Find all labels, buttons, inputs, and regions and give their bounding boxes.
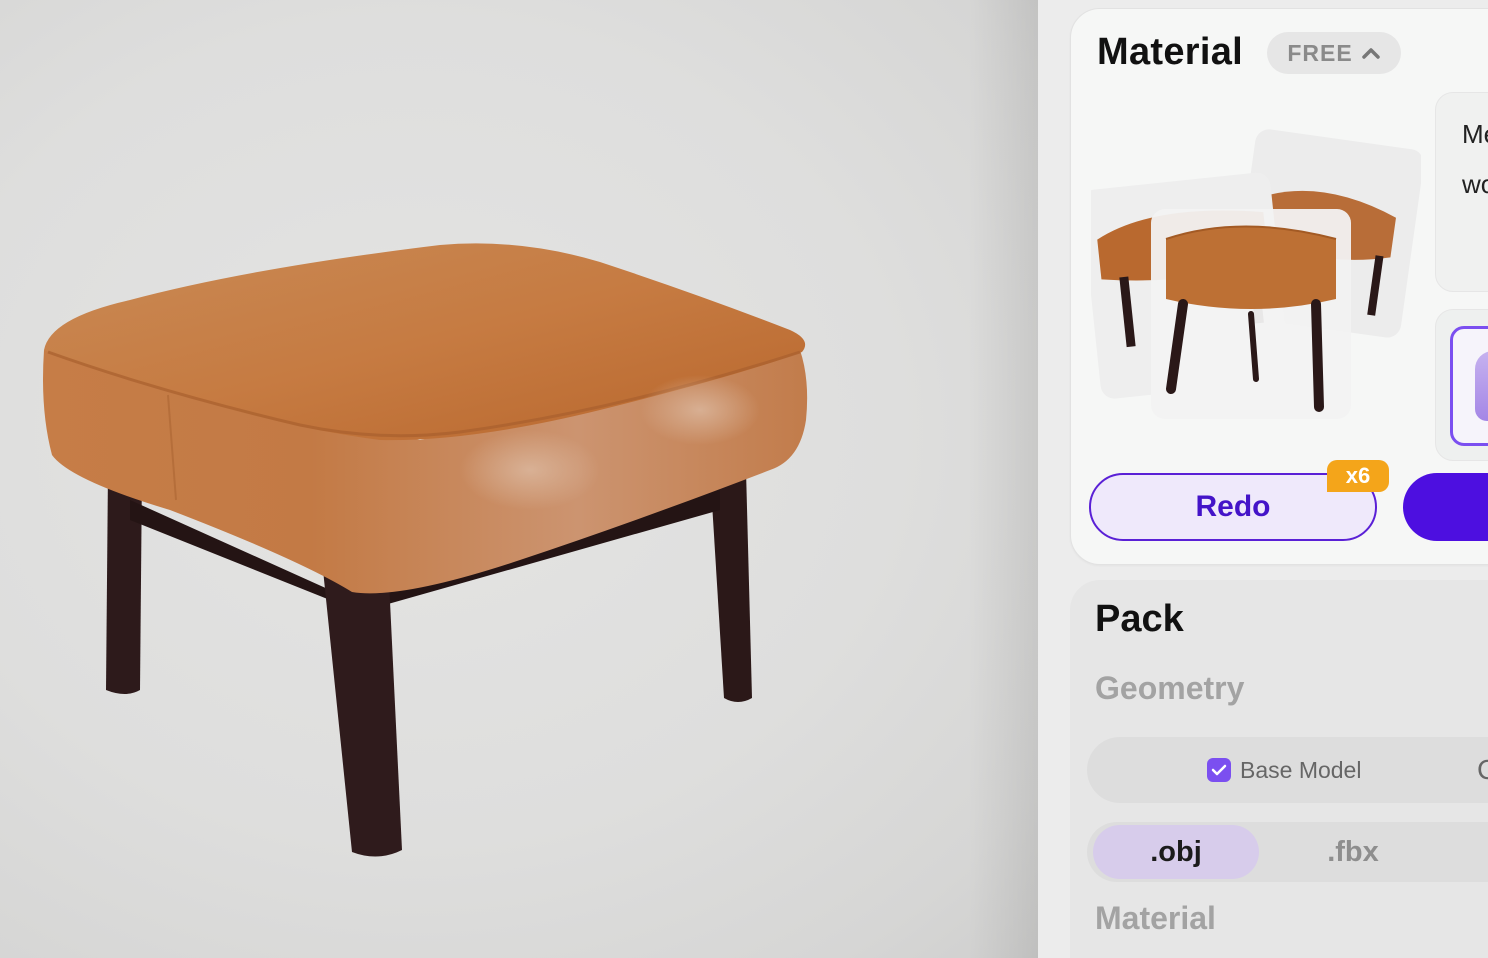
- base-model-checkbox[interactable]: [1207, 758, 1231, 782]
- redo-button-label: Redo: [1195, 490, 1271, 523]
- material-preview-thumbnail[interactable]: [1091, 119, 1421, 429]
- description-line-1: Me: [1462, 119, 1488, 149]
- material-title: Material: [1097, 31, 1244, 73]
- geometry-label: Geometry: [1095, 670, 1245, 706]
- geometry-options: Base Model C: [1087, 737, 1488, 803]
- chevron-up-icon: [1361, 48, 1380, 59]
- format-obj-option[interactable]: .obj: [1093, 825, 1259, 879]
- side-panel: Material FREE M w Redo x6 Pack Geometry …: [1038, 0, 1488, 958]
- hand-icon: [1475, 351, 1488, 421]
- material-card: Material FREE M w Redo x6: [1070, 8, 1488, 565]
- pack-title: Pack: [1095, 598, 1184, 640]
- free-badge-toggle[interactable]: FREE: [1267, 32, 1401, 74]
- format-fbx-option[interactable]: .fbx: [1283, 825, 1423, 879]
- next-geometry-option[interactable]: C: [1477, 754, 1488, 786]
- description-line-2: wo: [1462, 169, 1488, 199]
- free-badge-label: FREE: [1287, 39, 1353, 66]
- apply-button[interactable]: [1403, 473, 1488, 541]
- viewport-edge-shadow: [968, 0, 1038, 958]
- format-selector: .obj .fbx: [1087, 822, 1488, 882]
- redo-count-badge: x6: [1327, 460, 1389, 492]
- material-description-card[interactable]: Me wo: [1435, 92, 1488, 292]
- material-section-label: Material: [1095, 900, 1216, 936]
- ottoman-model[interactable]: [0, 0, 1038, 958]
- base-model-label[interactable]: Base Model: [1240, 757, 1361, 784]
- 3d-viewport[interactable]: [0, 0, 1038, 958]
- checkmark-icon: [1211, 764, 1227, 776]
- reference-image-slot[interactable]: [1450, 326, 1488, 446]
- reference-image-card[interactable]: [1435, 309, 1488, 461]
- pack-card: Pack Geometry Base Model C .obj .fbx Mat…: [1070, 580, 1488, 958]
